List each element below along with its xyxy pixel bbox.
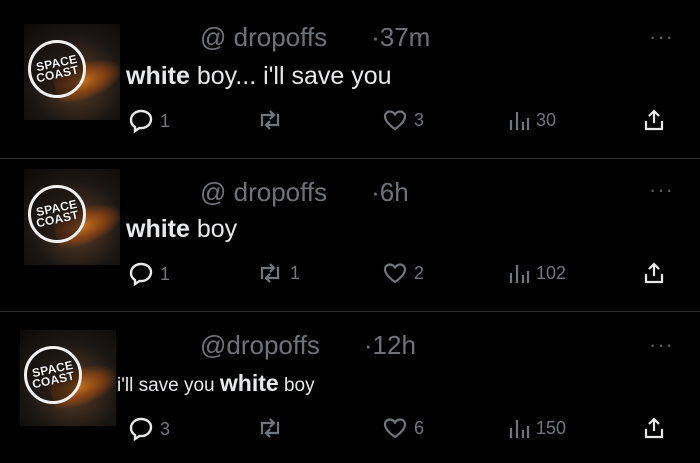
- heart-icon: [383, 110, 407, 131]
- tweet-2[interactable]: SPACE COAST @ dropoffs ·6h ··· white boy …: [0, 159, 700, 311]
- user-handle[interactable]: @dropoffs: [200, 330, 320, 360]
- like-button[interactable]: 3: [382, 108, 424, 132]
- space-coast-logo: SPACE COAST: [28, 185, 86, 243]
- analytics-icon: [509, 112, 530, 130]
- tweet-text: i'll save you white boy: [117, 370, 315, 396]
- share-icon: [644, 417, 664, 439]
- more-options-icon[interactable]: ···: [649, 332, 674, 358]
- view-count: 30: [536, 109, 557, 130]
- tweet-1[interactable]: SPACE COAST @ dropoffs ·37m ··· white boy…: [0, 0, 700, 158]
- reply-button[interactable]: 1: [128, 261, 170, 287]
- tweet-header: @ dropoffs ·6h: [200, 177, 409, 208]
- share-button[interactable]: [642, 261, 666, 285]
- reply-count: 1: [160, 263, 171, 284]
- tweet-3[interactable]: SPACE COAST @dropoffs ·12h ··· i'll save …: [0, 312, 700, 463]
- reply-button[interactable]: 1: [128, 108, 170, 134]
- user-handle[interactable]: @ dropoffs: [200, 177, 327, 207]
- analytics-icon: [509, 265, 530, 283]
- avatar[interactable]: SPACE COAST: [24, 24, 120, 120]
- tweet-text: white boy: [126, 215, 238, 243]
- reply-icon: [129, 109, 153, 134]
- heart-icon: [383, 418, 407, 439]
- more-options-icon[interactable]: ···: [649, 177, 674, 203]
- reply-icon: [129, 417, 153, 442]
- retweet-button[interactable]: [256, 416, 290, 440]
- retweet-icon: [260, 263, 280, 283]
- like-count: 3: [414, 109, 425, 130]
- heart-icon: [383, 263, 407, 284]
- user-handle[interactable]: @ dropoffs: [200, 22, 327, 52]
- avatar[interactable]: SPACE COAST: [20, 330, 116, 426]
- like-count: 6: [414, 417, 425, 438]
- view-count: 102: [536, 262, 567, 283]
- reply-count: 1: [160, 110, 171, 131]
- like-button[interactable]: 6: [382, 416, 424, 440]
- retweet-button[interactable]: 1: [256, 261, 300, 285]
- share-icon: [644, 109, 664, 131]
- tweet-header: @ dropoffs ·37m: [200, 22, 430, 53]
- avatar[interactable]: SPACE COAST: [24, 169, 120, 265]
- views-button[interactable]: 102: [508, 261, 566, 285]
- reply-count: 3: [160, 418, 171, 439]
- timestamp[interactable]: ·37m: [371, 22, 430, 52]
- reply-icon: [129, 262, 153, 287]
- space-coast-logo: SPACE COAST: [24, 346, 82, 404]
- retweet-icon: [260, 418, 280, 438]
- views-button[interactable]: 150: [508, 416, 566, 440]
- tweet-header: @dropoffs ·12h: [200, 330, 416, 361]
- tweet-text: white boy... i'll save you: [126, 62, 392, 90]
- retweet-button[interactable]: [256, 108, 290, 132]
- share-button[interactable]: [642, 108, 666, 132]
- views-button[interactable]: 30: [508, 108, 556, 132]
- more-options-icon[interactable]: ···: [649, 24, 674, 50]
- reply-button[interactable]: 3: [128, 416, 170, 442]
- retweet-count: 1: [290, 262, 301, 283]
- retweet-icon: [260, 110, 280, 130]
- timestamp[interactable]: ·6h: [371, 177, 409, 207]
- like-count: 2: [414, 262, 425, 283]
- share-icon: [644, 262, 664, 284]
- timestamp[interactable]: ·12h: [364, 330, 416, 360]
- analytics-icon: [509, 420, 530, 438]
- share-button[interactable]: [642, 416, 666, 440]
- space-coast-logo: SPACE COAST: [28, 40, 86, 98]
- like-button[interactable]: 2: [382, 261, 424, 285]
- view-count: 150: [536, 417, 567, 438]
